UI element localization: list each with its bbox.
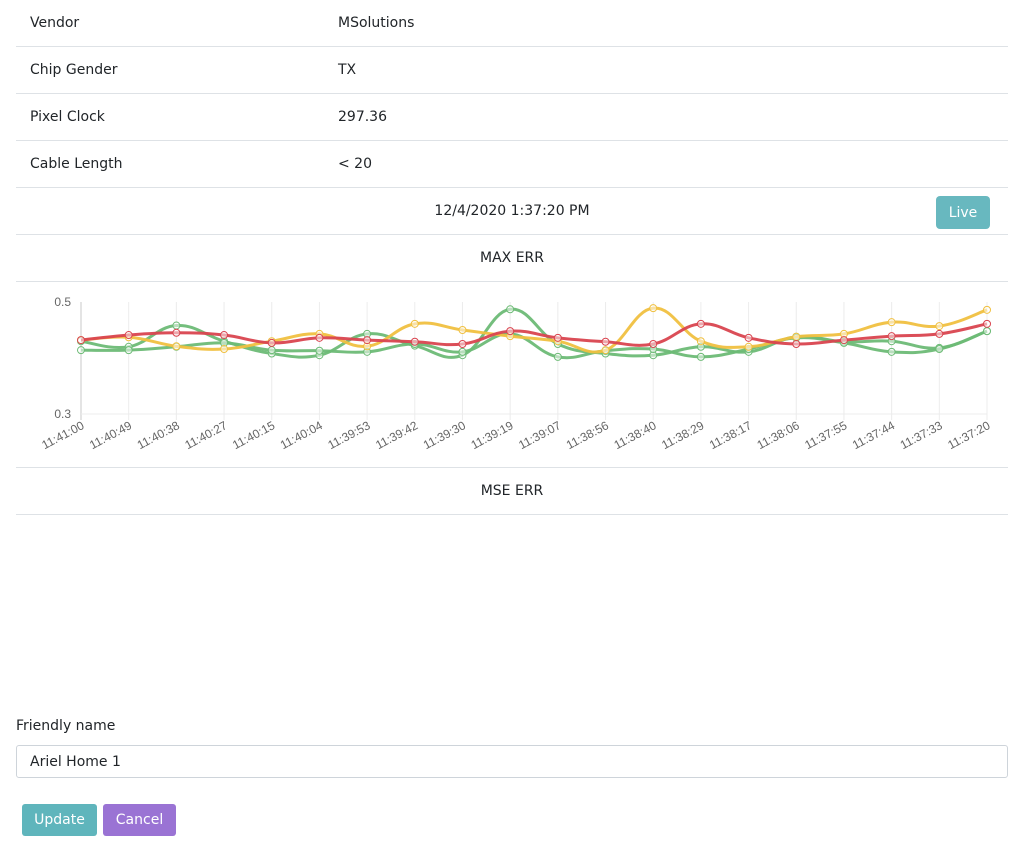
friendly-name-input[interactable] [16, 745, 1008, 778]
x-tick-label: 11:38:56 [564, 418, 611, 452]
data-point-red[interactable] [220, 331, 229, 340]
max-err-chart-container: 0.5 0.3 11:41:00 11:40:49 11:40:38 11:40:27 11… [16, 282, 1008, 468]
y-tick-label: 0.3 [54, 407, 71, 421]
data-point-red[interactable] [553, 333, 562, 342]
data-point-green-a[interactable] [172, 321, 181, 330]
x-tick-label: 11:39:19 [469, 418, 516, 452]
info-row-pixel-clock: Pixel Clock 297.36 [16, 94, 1008, 141]
data-point-green-b[interactable] [124, 346, 133, 355]
data-point-yellow[interactable] [172, 342, 181, 351]
data-point-red[interactable] [410, 337, 419, 346]
data-point-red[interactable] [315, 333, 324, 342]
data-point-red[interactable] [649, 340, 658, 348]
x-tick-label: 11:40:38 [135, 418, 182, 452]
x-tick-label: 11:40:49 [87, 418, 134, 452]
info-label: Chip Gender [30, 62, 118, 78]
info-row-vendor: Vendor MSolutions [16, 0, 1008, 47]
data-point-red[interactable] [363, 336, 372, 345]
chart-title-mse-err: MSE ERR [16, 468, 1008, 515]
data-point-red[interactable] [172, 328, 181, 337]
info-value: MSolutions [338, 15, 415, 31]
live-button[interactable]: Live [936, 196, 990, 229]
x-tick-label: 11:38:40 [612, 418, 659, 452]
x-tick-label: 11:40:04 [278, 418, 325, 452]
data-point-green-a[interactable] [506, 305, 515, 314]
data-point-yellow[interactable] [983, 305, 991, 314]
x-tick-label: 11:39:30 [421, 418, 468, 452]
data-point-green-b[interactable] [983, 327, 991, 336]
data-point-green-b[interactable] [267, 346, 276, 355]
mse-err-chart-container: -20-22.511:41:0011:40:4911:40:3811:40:27… [16, 515, 1008, 701]
x-tick-label: 11:39:07 [516, 418, 563, 452]
info-label: Cable Length [30, 156, 123, 172]
form-actions: Update Cancel [22, 804, 176, 836]
update-button[interactable]: Update [22, 804, 97, 836]
x-tick-label: 11:37:44 [850, 418, 897, 452]
data-point-red[interactable] [267, 338, 276, 347]
friendly-name-form: Friendly name [16, 718, 1008, 778]
data-point-red[interactable] [839, 336, 848, 345]
data-point-yellow[interactable] [696, 337, 705, 346]
info-value: < 20 [338, 156, 372, 172]
chart-title-max-err: MAX ERR [16, 235, 1008, 282]
y-tick-label: 0.5 [54, 295, 71, 309]
data-point-red[interactable] [458, 340, 467, 348]
data-point-green-b[interactable] [315, 346, 324, 355]
data-point-red[interactable] [77, 336, 85, 345]
data-point-red[interactable] [506, 327, 515, 336]
info-row-chip-gender: Chip Gender TX [16, 47, 1008, 94]
data-point-yellow[interactable] [220, 345, 229, 354]
x-tick-label: 11:40:27 [182, 418, 229, 452]
max-err-chart: 0.50.311:41:00 11:40:49 11:40:38 11:40:27 11… [39, 295, 992, 452]
x-tick-label: 11:37:33 [898, 418, 945, 452]
data-point-red[interactable] [601, 337, 610, 346]
data-point-yellow[interactable] [458, 326, 467, 334]
x-tick-label: 11:38:17 [707, 418, 754, 452]
x-tick-label: 11:39:42 [373, 418, 420, 452]
friendly-name-label: Friendly name [16, 718, 116, 734]
data-point-yellow[interactable] [887, 318, 896, 327]
data-point-yellow[interactable] [601, 346, 610, 355]
mse-err-chart: -20-22.511:41:0011:40:4911:40:3811:40:27… [0, 515, 1024, 701]
data-point-red[interactable] [696, 319, 705, 328]
data-point-green-b[interactable] [77, 346, 85, 355]
info-value: TX [338, 62, 357, 78]
x-tick-label: 11:39:53 [325, 418, 372, 452]
data-point-yellow[interactable] [410, 319, 419, 328]
device-details: Vendor MSolutions Chip Gender TX Pixel C… [16, 0, 1008, 701]
x-tick-label: 11:40:15 [230, 418, 277, 452]
data-point-green-b[interactable] [458, 347, 467, 356]
data-point-red[interactable] [935, 329, 944, 338]
data-point-yellow[interactable] [649, 304, 658, 313]
x-tick-label: 11:37:20 [945, 418, 992, 452]
info-label: Pixel Clock [30, 109, 105, 125]
data-point-green-b[interactable] [553, 352, 562, 361]
data-point-red[interactable] [983, 319, 991, 328]
x-tick-label: 11:37:55 [802, 418, 849, 452]
timestamp: 12/4/2020 1:37:20 PM [434, 203, 590, 219]
info-row-cable-length: Cable Length < 20 [16, 141, 1008, 188]
data-point-red[interactable] [792, 340, 801, 348]
data-point-yellow[interactable] [935, 322, 944, 331]
data-point-red[interactable] [887, 332, 896, 341]
data-point-yellow[interactable] [744, 342, 753, 351]
data-point-red[interactable] [744, 333, 753, 342]
info-label: Vendor [30, 15, 80, 31]
data-point-green-b[interactable] [887, 347, 896, 356]
data-point-yellow[interactable] [792, 332, 801, 341]
x-tick-label: 11:38:06 [755, 418, 802, 452]
data-point-red[interactable] [124, 331, 133, 340]
data-point-green-b[interactable] [696, 352, 705, 361]
cancel-button[interactable]: Cancel [103, 804, 176, 836]
x-tick-label: 11:41:00 [39, 418, 86, 452]
x-tick-label: 11:38:29 [659, 418, 706, 452]
timestamp-row: 12/4/2020 1:37:20 PM Live [16, 188, 1008, 235]
info-value: 297.36 [338, 109, 387, 125]
data-point-green-b[interactable] [935, 345, 944, 354]
